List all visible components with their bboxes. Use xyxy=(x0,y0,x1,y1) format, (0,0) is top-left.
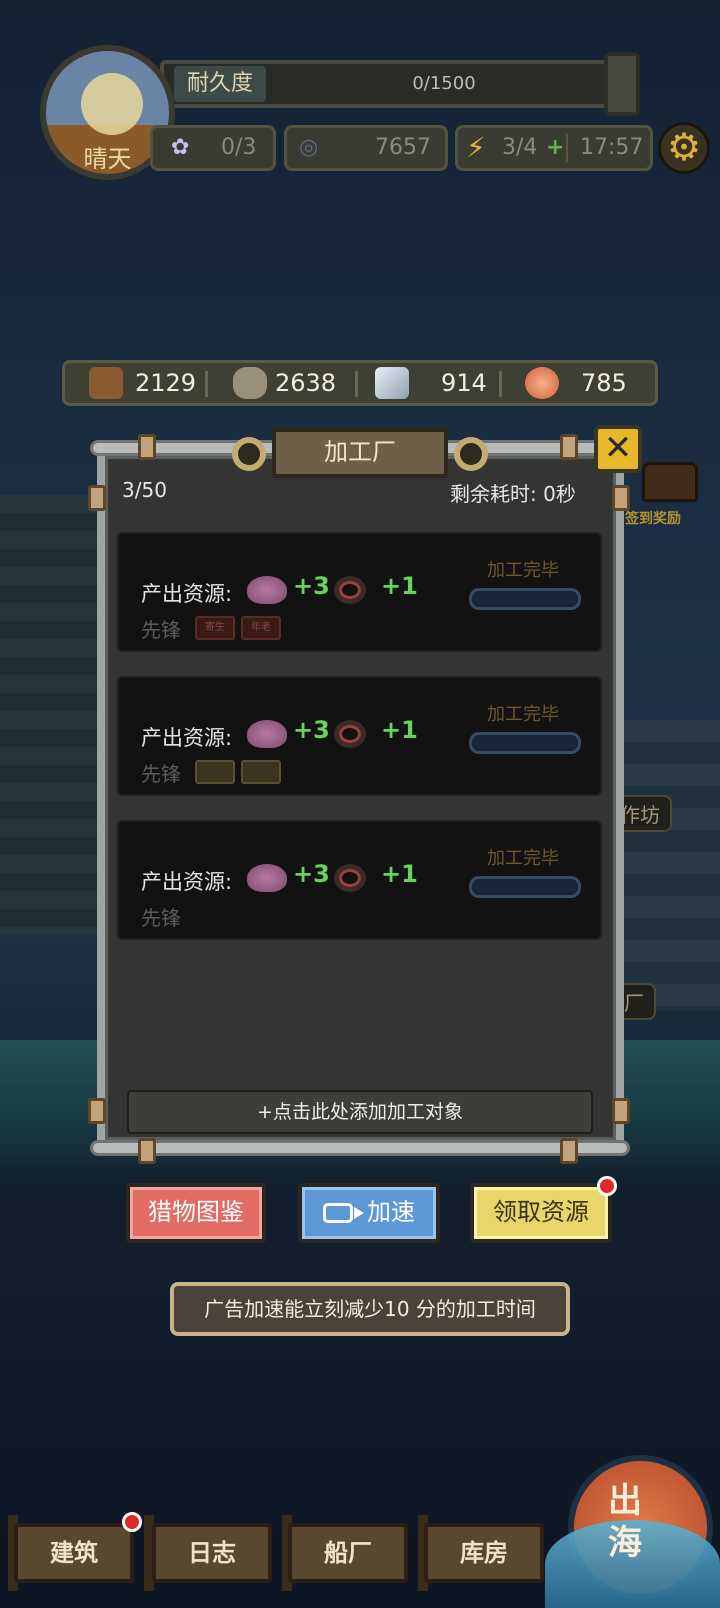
close-icon: ✕ xyxy=(603,428,633,468)
hide-icon xyxy=(334,576,366,604)
ad-speedup-tip: 广告加速能立刻减少10 分的加工时间 xyxy=(170,1282,570,1336)
sun-icon xyxy=(81,73,143,135)
energy-count: 3/4 xyxy=(502,135,538,160)
meat-chunk-icon xyxy=(247,576,287,604)
wood-count: 2129 xyxy=(135,369,197,397)
output-amount: +3 xyxy=(293,572,330,600)
stone-icon xyxy=(233,367,267,399)
flower-count: 0/3 xyxy=(221,135,257,160)
meat-count: 785 xyxy=(581,369,627,397)
vanguard-label: 先锋 xyxy=(141,618,181,642)
process-row[interactable]: 产出资源: +3 +1 先锋 加工完毕 xyxy=(117,676,602,796)
prey-catalog-button[interactable]: 猎物图鉴 xyxy=(126,1183,266,1243)
durability-value: 0/1500 xyxy=(412,73,476,94)
set-sail-label[interactable]: 出海 xyxy=(600,1480,650,1564)
progress-bar xyxy=(469,732,581,754)
vanguard-label: 先锋 xyxy=(141,762,181,786)
ring-decoration xyxy=(232,437,266,471)
hide-icon xyxy=(334,720,366,748)
speedup-button[interactable]: 加速 xyxy=(298,1183,440,1243)
coin-counter: ◎ 7657 xyxy=(284,125,448,171)
bolt-decoration xyxy=(612,485,630,511)
output-label: 产出资源: xyxy=(141,870,233,894)
divider xyxy=(355,371,358,397)
meat-chunk-icon xyxy=(247,864,287,892)
status-label: 加工完毕 xyxy=(487,704,559,725)
energy-counter: ⚡ 3/4 + 17:57 xyxy=(455,125,653,171)
nav-shipyard-button[interactable]: 船厂 xyxy=(288,1523,408,1583)
flower-counter: ✿ 0/3 xyxy=(150,125,276,171)
output-amount: +3 xyxy=(293,716,330,744)
durability-bar: 耐久度 0/1500 xyxy=(160,60,620,108)
trait-tag xyxy=(195,760,235,784)
vanguard-label: 先锋 xyxy=(141,906,181,930)
close-button[interactable]: ✕ xyxy=(594,425,642,473)
notification-dot xyxy=(122,1512,142,1532)
add-energy-icon[interactable]: + xyxy=(546,128,564,168)
bolt-decoration xyxy=(138,434,156,460)
iron-count: 914 xyxy=(441,369,487,397)
stone-count: 2638 xyxy=(275,369,337,397)
resource-bar: 2129 2638 914 785 xyxy=(62,360,658,406)
wood-icon xyxy=(89,367,123,399)
nav-build-button[interactable]: 建筑 xyxy=(14,1523,134,1583)
divider xyxy=(205,371,208,397)
trait-tag: 年老 xyxy=(241,616,281,640)
status-label: 加工完毕 xyxy=(487,560,559,581)
meat-chunk-icon xyxy=(247,720,287,748)
process-row[interactable]: 产出资源: +3 +1 先锋 加工完毕 xyxy=(117,820,602,940)
status-label: 加工完毕 xyxy=(487,848,559,869)
progress-bar xyxy=(469,588,581,610)
capacity-count: 3/50 xyxy=(122,478,167,502)
bolt-decoration xyxy=(560,1138,578,1164)
hide-icon xyxy=(334,864,366,892)
pipe-bottom-decoration xyxy=(90,1140,630,1156)
lightning-icon: ⚡ xyxy=(466,131,486,164)
bolt-decoration xyxy=(88,485,106,511)
output-label: 产出资源: xyxy=(141,582,233,606)
output-amount: +1 xyxy=(381,716,418,744)
bolt-decoration xyxy=(612,1098,630,1124)
progress-bar xyxy=(469,876,581,898)
nav-log-button[interactable]: 日志 xyxy=(152,1523,272,1583)
speedup-label: 加速 xyxy=(367,1198,415,1226)
process-row[interactable]: 产出资源: +3 +1 先锋 寄生 年老 加工完毕 xyxy=(117,532,602,652)
notification-dot xyxy=(597,1176,617,1196)
bolt-decoration xyxy=(138,1138,156,1164)
collect-resources-button[interactable]: 领取资源 xyxy=(470,1183,612,1243)
energy-timer: 17:57 xyxy=(580,135,644,160)
divider xyxy=(566,134,568,162)
bolt-decoration xyxy=(88,1098,106,1124)
video-icon xyxy=(323,1203,364,1223)
iron-icon xyxy=(375,367,409,399)
coin-count: 7657 xyxy=(375,135,431,160)
panel-title: 加工厂 xyxy=(272,428,448,478)
add-process-target-button[interactable]: +点击此处添加加工对象 xyxy=(127,1090,593,1134)
coin-icon: ◎ xyxy=(299,135,319,160)
output-label: 产出资源: xyxy=(141,726,233,750)
trait-tag xyxy=(241,760,281,784)
settings-gear-icon[interactable]: ⚙ xyxy=(658,122,710,174)
bolt-decoration xyxy=(560,434,578,460)
output-amount: +3 xyxy=(293,860,330,888)
nav-storage-button[interactable]: 库房 xyxy=(424,1523,544,1583)
divider xyxy=(499,371,502,397)
remaining-time: 剩余耗时: 0秒 xyxy=(450,482,576,506)
pipe-cap-decoration xyxy=(604,52,640,116)
output-amount: +1 xyxy=(381,860,418,888)
durability-label: 耐久度 xyxy=(174,66,266,102)
ring-decoration xyxy=(454,437,488,471)
flower-icon: ✿ xyxy=(171,135,190,160)
trait-tag: 寄生 xyxy=(195,616,235,640)
meat-icon xyxy=(525,367,559,399)
output-amount: +1 xyxy=(381,572,418,600)
